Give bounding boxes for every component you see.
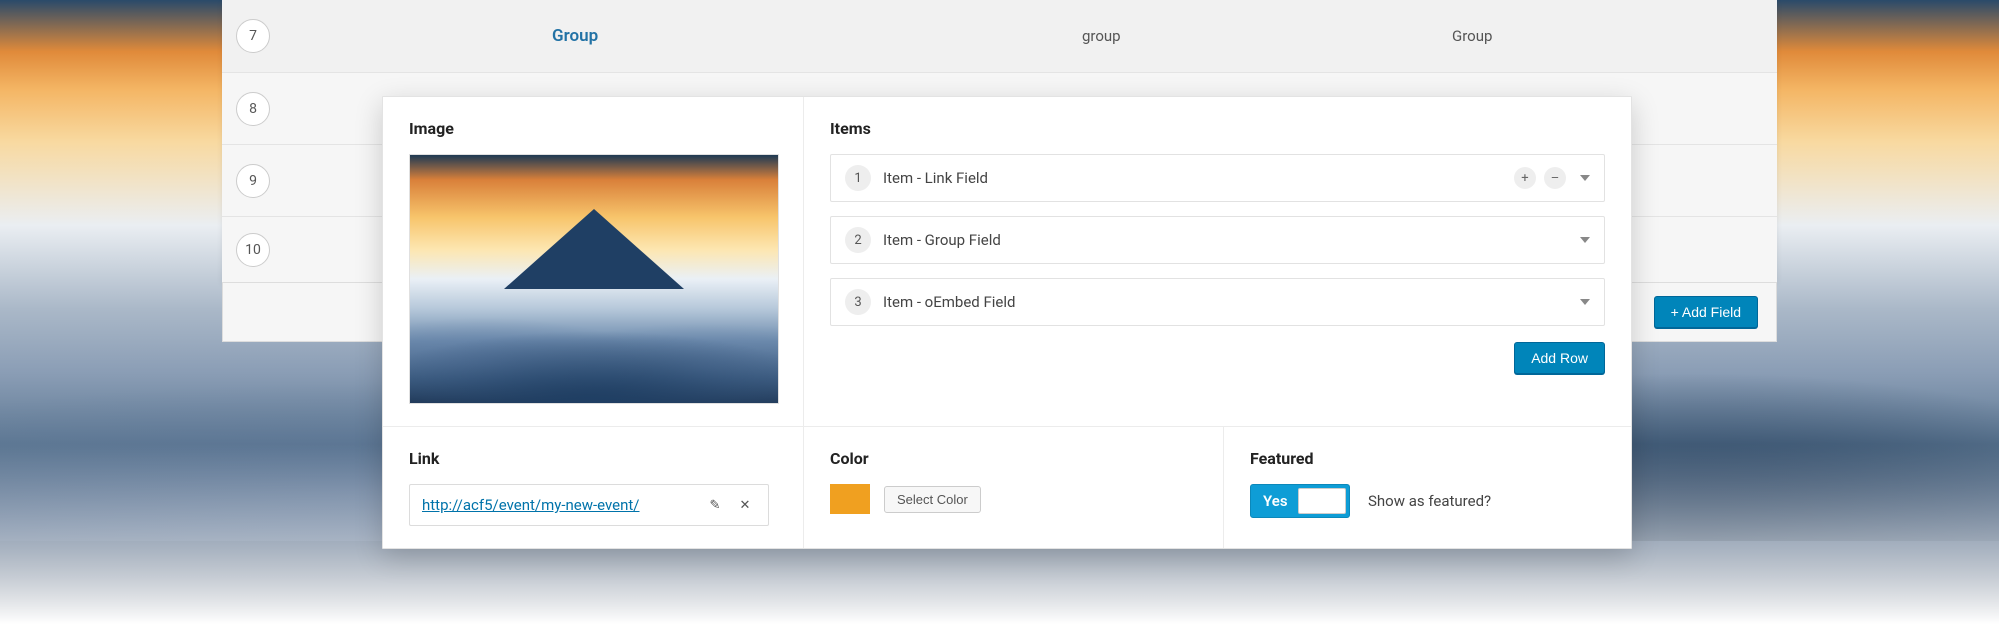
item-label: Item - Group Field — [883, 231, 1574, 249]
row-number-badge: 10 — [236, 233, 270, 267]
items-section: Items 1 Item - Link Field + – 2 Item - G… — [803, 97, 1631, 426]
pencil-icon[interactable]: ✎ — [704, 494, 726, 516]
chevron-down-icon[interactable] — [1580, 299, 1590, 305]
link-section-title: Link — [409, 449, 777, 468]
table-row[interactable]: 7 Group group Group — [222, 0, 1777, 72]
add-field-button[interactable]: + Add Field — [1654, 296, 1758, 328]
chevron-down-icon[interactable] — [1580, 175, 1590, 181]
close-icon[interactable]: ✕ — [734, 494, 756, 516]
field-group-panel: Image Items 1 Item - Link Field + – 2 It… — [382, 96, 1632, 549]
repeater-item-row[interactable]: 3 Item - oEmbed Field — [830, 278, 1605, 326]
image-section: Image — [383, 97, 803, 426]
item-number-badge: 1 — [845, 165, 871, 191]
color-section: Color Select Color — [803, 427, 1223, 548]
minus-icon[interactable]: – — [1544, 167, 1566, 189]
plus-icon[interactable]: + — [1514, 167, 1536, 189]
row-number-badge: 9 — [236, 164, 270, 198]
row-field-label[interactable]: Group — [552, 26, 598, 46]
link-input-box: http://acf5/event/my-new-event/ ✎ ✕ — [409, 484, 769, 526]
repeater-item-row[interactable]: 2 Item - Group Field — [830, 216, 1605, 264]
item-label: Item - oEmbed Field — [883, 293, 1574, 311]
select-color-button[interactable]: Select Color — [884, 486, 981, 513]
chevron-down-icon[interactable] — [1580, 237, 1590, 243]
items-section-title: Items — [830, 119, 1605, 138]
image-thumbnail[interactable] — [409, 154, 779, 404]
row-field-name: group — [1082, 27, 1121, 45]
row-number-badge: 8 — [236, 92, 270, 126]
featured-toggle[interactable]: Yes — [1250, 484, 1350, 518]
link-url[interactable]: http://acf5/event/my-new-event/ — [422, 496, 696, 514]
color-swatch[interactable] — [830, 484, 870, 514]
featured-section: Featured Yes Show as featured? — [1223, 427, 1631, 548]
row-number-badge: 7 — [236, 19, 270, 53]
featured-description: Show as featured? — [1368, 492, 1491, 510]
featured-section-title: Featured — [1250, 449, 1605, 468]
color-section-title: Color — [830, 449, 1197, 468]
link-section: Link http://acf5/event/my-new-event/ ✎ ✕ — [383, 427, 803, 548]
repeater-item-row[interactable]: 1 Item - Link Field + – — [830, 154, 1605, 202]
add-row-button[interactable]: Add Row — [1514, 342, 1605, 374]
item-number-badge: 2 — [845, 227, 871, 253]
item-label: Item - Link Field — [883, 169, 1514, 187]
toggle-label: Yes — [1263, 492, 1288, 510]
image-section-title: Image — [409, 119, 777, 138]
item-number-badge: 3 — [845, 289, 871, 315]
row-field-type: Group — [1452, 27, 1492, 45]
